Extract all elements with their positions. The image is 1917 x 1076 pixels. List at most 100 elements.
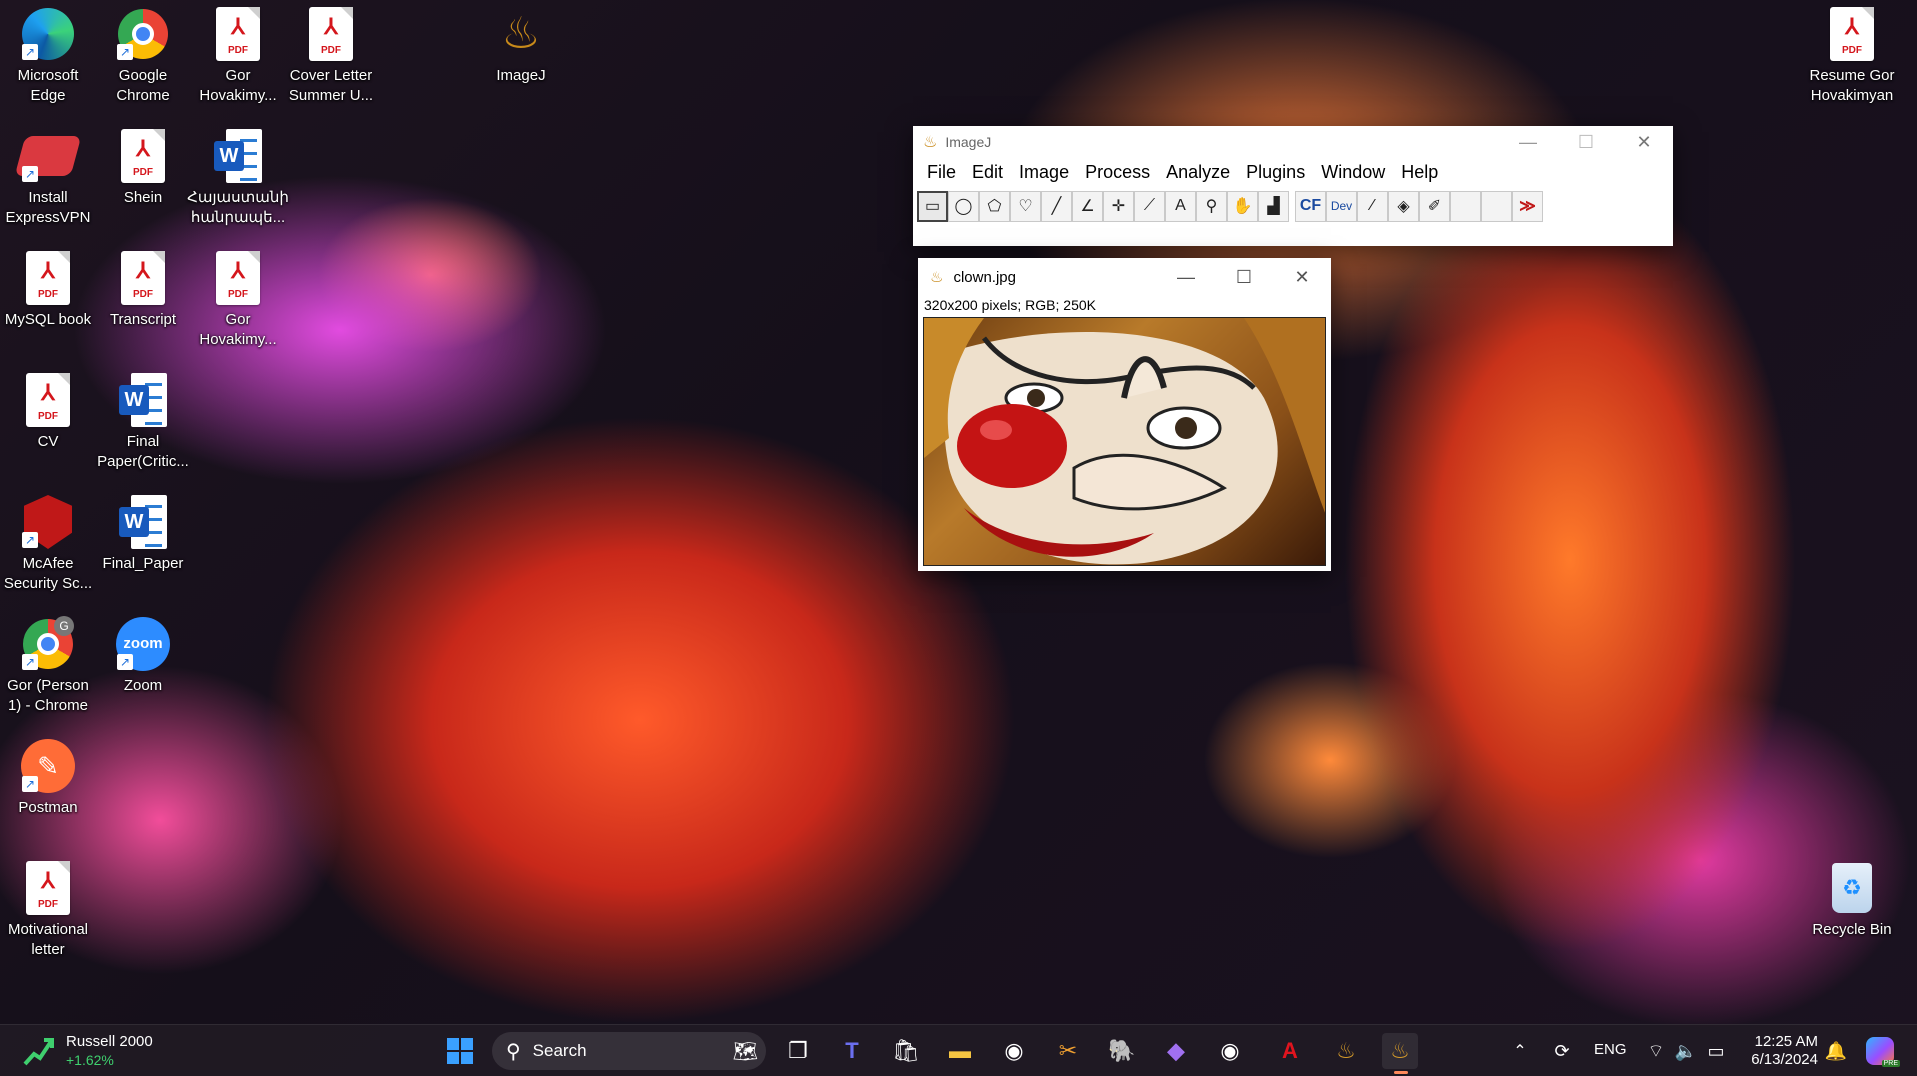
menu-plugins[interactable]: Plugins [1238, 162, 1313, 183]
desktop-icon[interactable]: zoom ↗ Zoom [95, 616, 191, 696]
clock-time: 12:25 AM [1754, 1033, 1818, 1050]
pdf-tag: PDF [38, 899, 58, 910]
menu-file[interactable]: File [919, 162, 964, 183]
visual-studio-icon[interactable]: ◆ [1158, 1033, 1194, 1069]
more-tools-icon[interactable]: ≫ [1512, 190, 1543, 222]
oval-tool-icon[interactable]: ◯ [948, 190, 979, 222]
start-button[interactable] [442, 1033, 478, 1069]
desktop-icon[interactable]: W Հայաստանի հանրապե... [187, 128, 289, 228]
menu-edit[interactable]: Edit [964, 162, 1011, 183]
search-icon: ⚲ [506, 1040, 521, 1063]
mcafee-icon: ↗ [20, 494, 76, 550]
menu-analyze[interactable]: Analyze [1158, 162, 1238, 183]
pdf-icon: ⅄ PDF [303, 6, 359, 62]
desktop-icon[interactable]: ↗ Install ExpressVPN [0, 128, 96, 228]
pdf-icon: ⅄ PDF [1824, 6, 1880, 62]
empty-slot [1481, 190, 1512, 222]
desktop-icon[interactable]: ♨ ImageJ [473, 6, 569, 86]
desktop-icon[interactable]: ↗ Google Chrome [95, 6, 191, 106]
brush-tool-icon[interactable]: ∕ [1357, 190, 1388, 222]
desktop-icon[interactable]: W Final Paper(Critic... [95, 372, 191, 472]
task-view-icon[interactable]: ❐ [780, 1033, 816, 1069]
freehand-tool-icon[interactable]: ♡ [1010, 190, 1041, 222]
postgresql-icon[interactable]: 🐘 [1104, 1033, 1140, 1069]
desktop-icon[interactable]: ⅄ PDF CV [0, 372, 96, 452]
desktop-icon[interactable]: ↗ McAfee Security Sc... [0, 494, 96, 594]
chevron-up-icon[interactable]: ⌃ [1502, 1033, 1538, 1069]
clown-face-graphic [924, 318, 1325, 565]
desktop-icon[interactable]: ⅄ PDF Motivational letter [0, 860, 96, 960]
imagej-icon: ♨ [501, 9, 541, 58]
cf-tool-icon[interactable]: CF [1295, 190, 1326, 222]
polygon-tool-icon[interactable]: ⬠ [979, 190, 1010, 222]
chrome-profile-taskbar-icon[interactable]: ◉ [996, 1033, 1032, 1069]
copilot-icon[interactable]: PRE [1862, 1033, 1900, 1069]
pdf-tag: PDF [321, 45, 341, 56]
shortcut-arrow-icon: ↗ [117, 654, 133, 670]
desktop-icon-label: Հայաստանի հանրապե... [187, 189, 289, 226]
desktop-icon[interactable]: ♻ Recycle Bin [1804, 860, 1900, 940]
close-button[interactable]: ✕ [1615, 126, 1673, 158]
chrome-icon: ↗ [115, 6, 171, 62]
sync-icon[interactable]: ⟳ [1544, 1033, 1580, 1069]
search-highlight-icon: 🗺 [732, 1040, 758, 1063]
desktop-icon[interactable]: ⅄ PDF Shein [95, 128, 191, 208]
language-indicator[interactable]: ENG [1594, 1041, 1627, 1058]
desktop-icon[interactable]: ⅄ PDF Transcript [95, 250, 191, 330]
desktop-icon[interactable]: W Final_Paper [95, 494, 191, 574]
menu-image[interactable]: Image [1011, 162, 1077, 183]
search-box[interactable]: ⚲ Search 🗺 [492, 1032, 766, 1070]
desktop-icon[interactable]: ✎ ↗ Postman [0, 738, 96, 818]
file-explorer-icon[interactable]: ▬ [942, 1033, 978, 1069]
shortcut-arrow-icon: ↗ [22, 654, 38, 670]
desktop-icon[interactable]: G ↗ Gor (Person 1) - Chrome [0, 616, 96, 716]
desktop-icon-label: Resume Gor Hovakimyan [1809, 67, 1895, 104]
wand-tool-icon[interactable]: ⟋ [1134, 190, 1165, 222]
rectangle-tool-icon[interactable]: ▭ [917, 190, 948, 222]
imagej-window: ♨ ImageJ — ☐ ✕ File Edit Image Process Analy… [913, 126, 1673, 246]
image-window: ♨ clown.jpg — ☐ ✕ 320x200 pixels; RGB; 2… [918, 258, 1331, 571]
desktop-icon[interactable]: ⅄ PDF Resume Gor Hovakimyan [1804, 6, 1900, 106]
clock[interactable]: 12:25 AM 6/13/2024 [1740, 1033, 1818, 1069]
angle-tool-icon[interactable]: ∠ [1072, 190, 1103, 222]
menu-window[interactable]: Window [1313, 162, 1393, 183]
menu-help[interactable]: Help [1393, 162, 1446, 183]
imagej-taskbar-icon[interactable]: ♨ [1328, 1033, 1364, 1069]
menu-process[interactable]: Process [1077, 162, 1158, 183]
microscope-icon: ♨ [923, 134, 938, 151]
maximize-button[interactable]: ☐ [1557, 126, 1615, 158]
magnifier-tool-icon[interactable]: ⚲ [1196, 190, 1227, 222]
dropper-tool-icon[interactable]: ▟ [1258, 190, 1289, 222]
stock-widget[interactable]: Russell 2000 +1.62% [22, 1031, 153, 1071]
text-tool-icon[interactable]: A [1165, 190, 1196, 222]
multipoint-tool-icon[interactable]: ✛ [1103, 190, 1134, 222]
desktop-icon[interactable]: ⅄ PDF Gor Hovakimy... [190, 6, 286, 106]
zoom-icon: zoom ↗ [115, 616, 171, 672]
minimize-button[interactable]: — [1157, 258, 1215, 296]
imagej-active-taskbar-icon[interactable]: ♨ [1382, 1033, 1418, 1069]
notification-bell-icon[interactable]: 🔔 [1818, 1033, 1854, 1069]
maximize-button[interactable]: ☐ [1215, 258, 1273, 296]
chrome-taskbar-icon[interactable]: ◉ [1212, 1033, 1248, 1069]
snipping-tool-icon[interactable]: ✂ [1050, 1033, 1086, 1069]
flood-fill-tool-icon[interactable]: ◈ [1388, 190, 1419, 222]
teams-icon[interactable]: T [834, 1033, 870, 1069]
desktop-icon[interactable]: ⅄ PDF Cover Letter Summer U... [283, 6, 379, 106]
shortcut-arrow-icon: ↗ [117, 44, 133, 60]
search-label: Search [532, 1041, 587, 1060]
battery-icon[interactable]: ▭ [1698, 1033, 1734, 1069]
microsoft-store-icon[interactable]: 🛍 [888, 1033, 924, 1069]
acrobat-icon[interactable]: A [1272, 1033, 1308, 1069]
desktop-icon[interactable]: ⅄ PDF Gor Hovakimy... [190, 250, 286, 350]
desktop-icon[interactable]: ⅄ PDF MySQL book [0, 250, 96, 330]
profile-badge: G [54, 616, 74, 636]
desktop-icon[interactable]: ↗ Microsoft Edge [0, 6, 96, 106]
clown-image[interactable] [923, 317, 1326, 566]
dev-tool-icon[interactable]: Dev [1326, 190, 1357, 222]
minimize-button[interactable]: — [1499, 126, 1557, 158]
hand-tool-icon[interactable]: ✋ [1227, 190, 1258, 222]
line-tool-icon[interactable]: ╱ [1041, 190, 1072, 222]
pdf-icon: ⅄ PDF [20, 860, 76, 916]
close-button[interactable]: ✕ [1273, 258, 1331, 296]
pencil-tool-icon[interactable]: ✐ [1419, 190, 1450, 222]
